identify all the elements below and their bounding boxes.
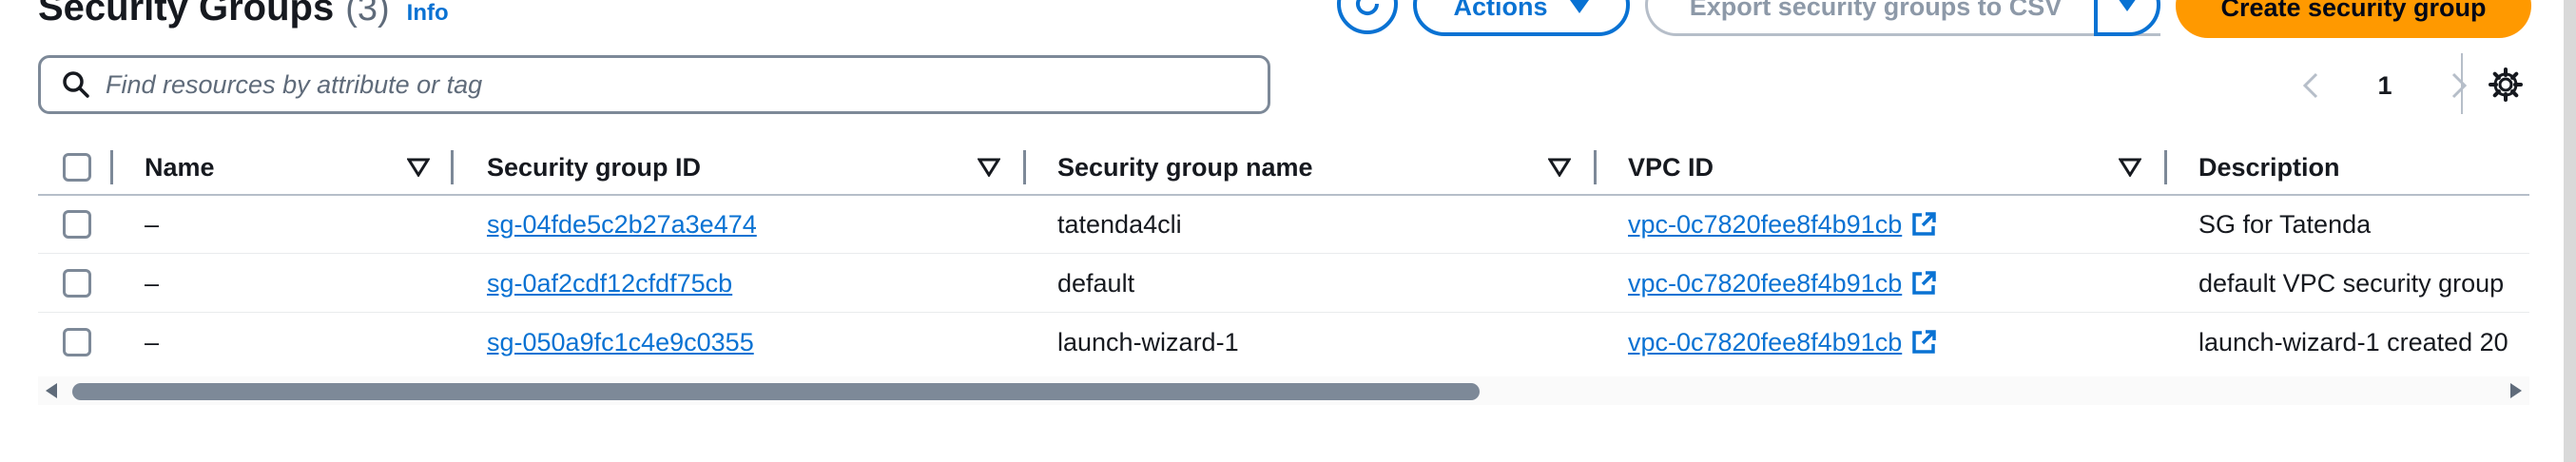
current-page[interactable]: 1 [2377,71,2392,101]
external-link-icon[interactable] [1909,328,1938,356]
row-checkbox[interactable] [63,269,91,298]
cell-description: default VPC security group [2198,268,2505,298]
search-input[interactable] [104,68,1153,101]
create-security-group-button[interactable]: Create security group [2176,0,2531,38]
security-group-id-link[interactable]: sg-04fde5c2b27a3e474 [487,210,757,240]
column-divider [2164,150,2167,184]
scrollbar-thumb[interactable] [72,383,1480,400]
refresh-icon [1356,0,1380,16]
scroll-right-arrow-icon[interactable] [2510,383,2522,398]
gear-icon[interactable] [2488,67,2524,103]
export-csv-button[interactable]: Export security groups to CSV [1645,0,2160,36]
vpc-id-link[interactable]: vpc-0c7820fee8f4b91cb [1628,210,1902,240]
table-row[interactable]: – sg-050a9fc1c4e9c0355 launch-wizard-1 v… [38,314,2529,371]
column-header-vpc-id[interactable]: VPC ID [1628,141,1714,194]
pagination: 1 [2299,65,2470,106]
row-checkbox[interactable] [63,328,91,356]
security-group-id-link[interactable]: sg-050a9fc1c4e9c0355 [487,328,754,357]
security-group-id-link[interactable]: sg-0af2cdf12cfdf75cb [487,269,732,298]
table-row[interactable]: – sg-04fde5c2b27a3e474 tatenda4cli vpc-0… [38,196,2529,254]
horizontal-scrollbar[interactable] [38,376,2529,405]
page-header: Security Groups (3) Info [38,0,449,29]
sort-icon[interactable] [407,158,430,177]
table-header-row: Name Security group ID Security group na… [38,141,2529,196]
sort-icon[interactable] [1548,158,1571,177]
cell-name: – [145,327,160,356]
column-header-security-group-name[interactable]: Security group name [1057,141,1313,194]
page-title: Security Groups [38,0,335,29]
cell-security-group-name: launch-wizard-1 [1057,327,1239,356]
create-label: Create security group [2220,0,2487,22]
export-label: Export security groups to CSV [1689,0,2063,21]
select-all-checkbox[interactable] [63,153,91,182]
actions-label: Actions [1453,0,1548,21]
actions-button[interactable]: Actions [1413,0,1630,36]
cell-description: launch-wizard-1 created 20 [2198,327,2508,356]
column-divider [451,150,454,184]
caret-down-icon [1569,0,1589,13]
vpc-id-link[interactable]: vpc-0c7820fee8f4b91cb [1628,328,1902,357]
refresh-button[interactable] [1337,0,1398,34]
row-checkbox[interactable] [63,210,91,239]
cell-security-group-name: tatenda4cli [1057,209,1182,239]
cell-description: SG for Tatenda [2198,209,2372,239]
vertical-scrollbar[interactable] [2564,0,2576,462]
column-header-security-group-id[interactable]: Security group ID [487,141,701,194]
search-icon [63,71,89,98]
column-divider [1023,150,1026,184]
scroll-left-arrow-icon[interactable] [46,383,57,398]
external-link-icon[interactable] [1909,210,1938,239]
table-row[interactable]: – sg-0af2cdf12cfdf75cb default vpc-0c782… [38,255,2529,313]
column-divider [1594,150,1597,184]
sort-icon[interactable] [978,158,1000,177]
column-header-description[interactable]: Description [2198,141,2340,194]
vpc-id-link[interactable]: vpc-0c7820fee8f4b91cb [1628,269,1902,298]
column-divider [110,150,113,184]
external-link-icon[interactable] [1909,269,1938,298]
chevron-left-icon[interactable] [2299,71,2322,100]
divider [2461,53,2463,114]
resource-count: (3) [345,0,390,29]
column-header-name[interactable]: Name [145,141,215,194]
search-field[interactable] [38,55,1270,114]
caret-down-icon [2119,0,2136,11]
cell-security-group-name: default [1057,268,1135,298]
sort-icon[interactable] [2119,158,2141,177]
cell-name: – [145,209,160,239]
cell-name: – [145,268,160,298]
chevron-right-icon[interactable] [2448,71,2470,100]
info-link[interactable]: Info [407,0,449,27]
